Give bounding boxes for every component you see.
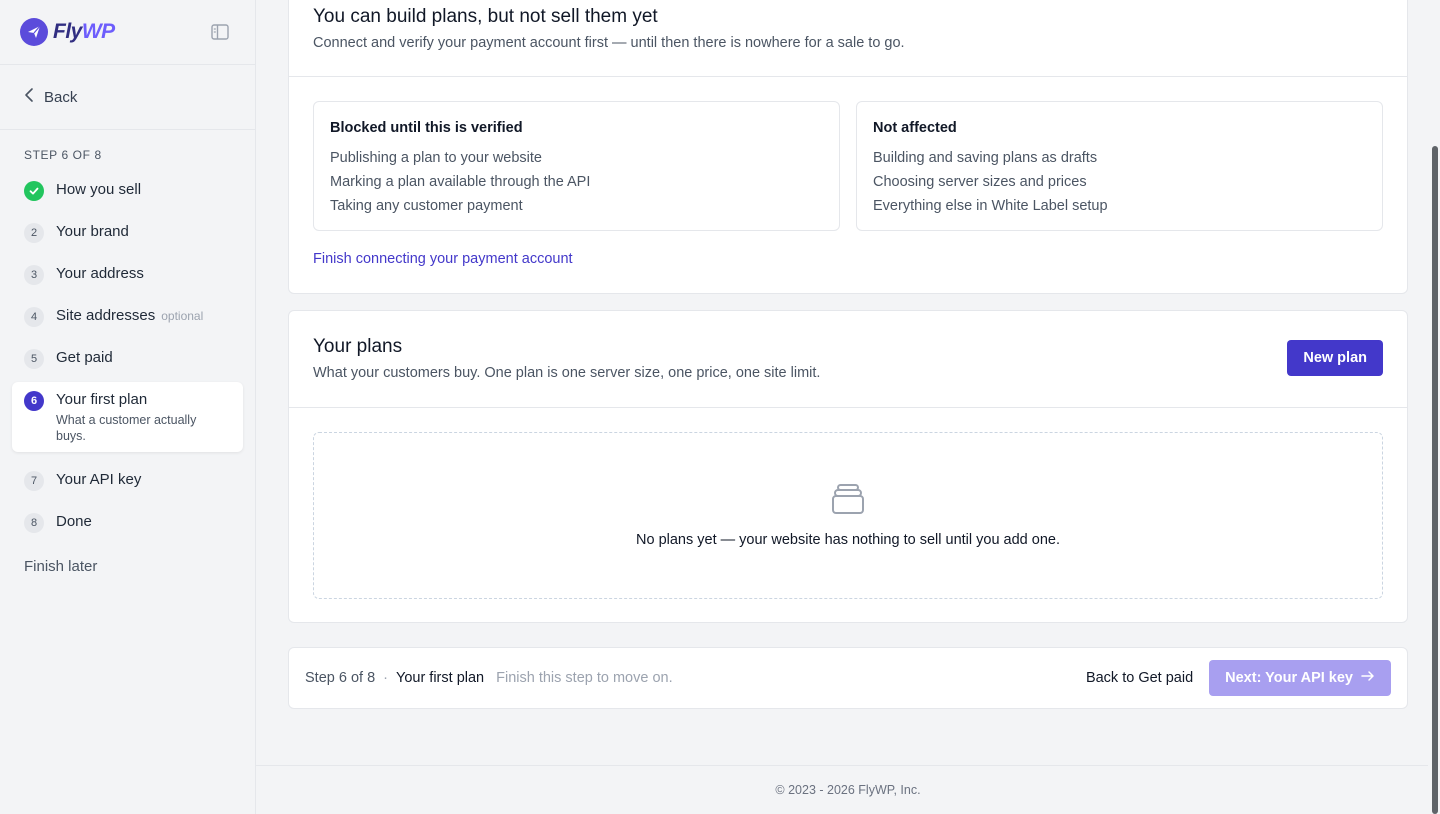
blocked-item: Marking a plan available through the API bbox=[330, 174, 591, 190]
archive-box-icon bbox=[831, 483, 865, 520]
logo-row: FlyWP bbox=[0, 0, 255, 65]
step-subtitle: What a customer actually buys. bbox=[56, 413, 197, 443]
scrollbar-thumb[interactable] bbox=[1432, 146, 1438, 814]
step-text: Your first plan What a customer actually… bbox=[56, 391, 226, 444]
plans-card: Your plans What your customers buy. One … bbox=[288, 310, 1408, 623]
payment-warning-card: You can build plans, but not sell them y… bbox=[288, 0, 1408, 294]
blocked-item: Publishing a plan to your website bbox=[330, 150, 542, 166]
step-label: Your API key bbox=[56, 471, 142, 488]
step-item-your-api-key[interactable]: 7 Your API key bbox=[12, 462, 243, 504]
footer-actions: Back to Get paid Next: Your API key bbox=[1086, 660, 1391, 696]
step-label: Site addresses optional bbox=[56, 307, 204, 324]
not-affected-item: Everything else in White Label setup bbox=[873, 198, 1108, 214]
blocked-title: Blocked until this is verified bbox=[330, 120, 523, 136]
step-label: Your brand bbox=[56, 223, 129, 240]
blocked-box: Blocked until this is verified Publishin… bbox=[313, 101, 840, 231]
warning-header: You can build plans, but not sell them y… bbox=[289, 0, 1407, 77]
step-footer-bar: Step 6 of 8 · Your first plan Finish thi… bbox=[288, 647, 1408, 709]
step-item-site-addresses[interactable]: 4 Site addresses optional bbox=[12, 298, 243, 340]
not-affected-title: Not affected bbox=[873, 120, 957, 136]
back-to-get-paid-button[interactable]: Back to Get paid bbox=[1086, 670, 1193, 686]
empty-plans-state: No plans yet — your website has nothing … bbox=[313, 432, 1383, 599]
step-item-how-you-sell[interactable]: How you sell bbox=[12, 172, 243, 214]
main-content: You can build plans, but not sell them y… bbox=[256, 0, 1440, 814]
flywp-logo-icon bbox=[20, 18, 48, 46]
back-link[interactable]: Back bbox=[0, 65, 255, 130]
flywp-logo[interactable]: FlyWP bbox=[20, 18, 115, 46]
finish-payment-account-link[interactable]: Finish connecting your payment account bbox=[289, 231, 1407, 267]
sidebar: FlyWP Back STEP 6 OF 8 How you sell 2 Yo… bbox=[0, 0, 256, 814]
blocked-item: Taking any customer payment bbox=[330, 198, 523, 214]
chevron-left-icon bbox=[24, 87, 34, 107]
not-affected-box: Not affected Building and saving plans a… bbox=[856, 101, 1383, 231]
step-item-your-brand[interactable]: 2 Your brand bbox=[12, 214, 243, 256]
step-label: Done bbox=[56, 513, 92, 530]
arrow-right-icon bbox=[1361, 670, 1375, 686]
footer-step-count: Step 6 of 8 bbox=[305, 670, 376, 686]
not-affected-item: Building and saving plans as drafts bbox=[873, 150, 1098, 166]
footer-hint: Finish this step to move on. bbox=[496, 670, 673, 686]
warning-description: Connect and verify your payment account … bbox=[313, 35, 905, 51]
step-label: Get paid bbox=[56, 349, 113, 366]
logo-text: FlyWP bbox=[53, 20, 115, 43]
impact-boxes: Blocked until this is verified Publishin… bbox=[289, 77, 1407, 231]
check-icon bbox=[24, 181, 44, 201]
step-number: 4 bbox=[24, 307, 44, 327]
step-number: 6 bbox=[24, 391, 44, 411]
step-label: Your first plan bbox=[56, 391, 148, 408]
plans-description: What your customers buy. One plan is one… bbox=[313, 365, 821, 381]
copyright-footer: © 2023 - 2026 FlyWP, Inc. bbox=[256, 765, 1440, 814]
optional-tag: optional bbox=[161, 309, 204, 323]
step-number: 3 bbox=[24, 265, 44, 285]
warning-title: You can build plans, but not sell them y… bbox=[313, 6, 658, 27]
step-label: Your address bbox=[56, 265, 144, 282]
step-item-your-first-plan[interactable]: 6 Your first plan What a customer actual… bbox=[12, 382, 243, 452]
plans-title: Your plans bbox=[313, 336, 403, 357]
step-label: How you sell bbox=[56, 181, 142, 198]
step-item-your-address[interactable]: 3 Your address bbox=[12, 256, 243, 298]
next-label: Next: Your API key bbox=[1225, 670, 1353, 686]
plans-header: Your plans What your customers buy. One … bbox=[289, 311, 1407, 408]
empty-plans-message: No plans yet — your website has nothing … bbox=[636, 532, 1060, 548]
step-item-get-paid[interactable]: 5 Get paid bbox=[12, 340, 243, 382]
next-step-button[interactable]: Next: Your API key bbox=[1209, 660, 1391, 696]
footer-step-title: Your first plan bbox=[395, 670, 485, 686]
not-affected-item: Choosing server sizes and prices bbox=[873, 174, 1087, 190]
step-number: 5 bbox=[24, 349, 44, 369]
finish-later-link[interactable]: Finish later bbox=[0, 546, 255, 575]
step-counter-heading: STEP 6 OF 8 bbox=[24, 148, 102, 162]
step-number: 8 bbox=[24, 513, 44, 533]
step-number: 2 bbox=[24, 223, 44, 243]
step-item-done[interactable]: 8 Done bbox=[12, 504, 243, 546]
step-number: 7 bbox=[24, 471, 44, 491]
back-label: Back bbox=[44, 88, 78, 106]
new-plan-button[interactable]: New plan bbox=[1287, 340, 1383, 376]
sidebar-collapse-icon[interactable] bbox=[211, 24, 229, 40]
step-list: How you sell 2 Your brand 3 Your address… bbox=[0, 172, 255, 546]
footer-separator: · bbox=[383, 670, 388, 686]
page-scrollbar[interactable] bbox=[1428, 0, 1440, 814]
